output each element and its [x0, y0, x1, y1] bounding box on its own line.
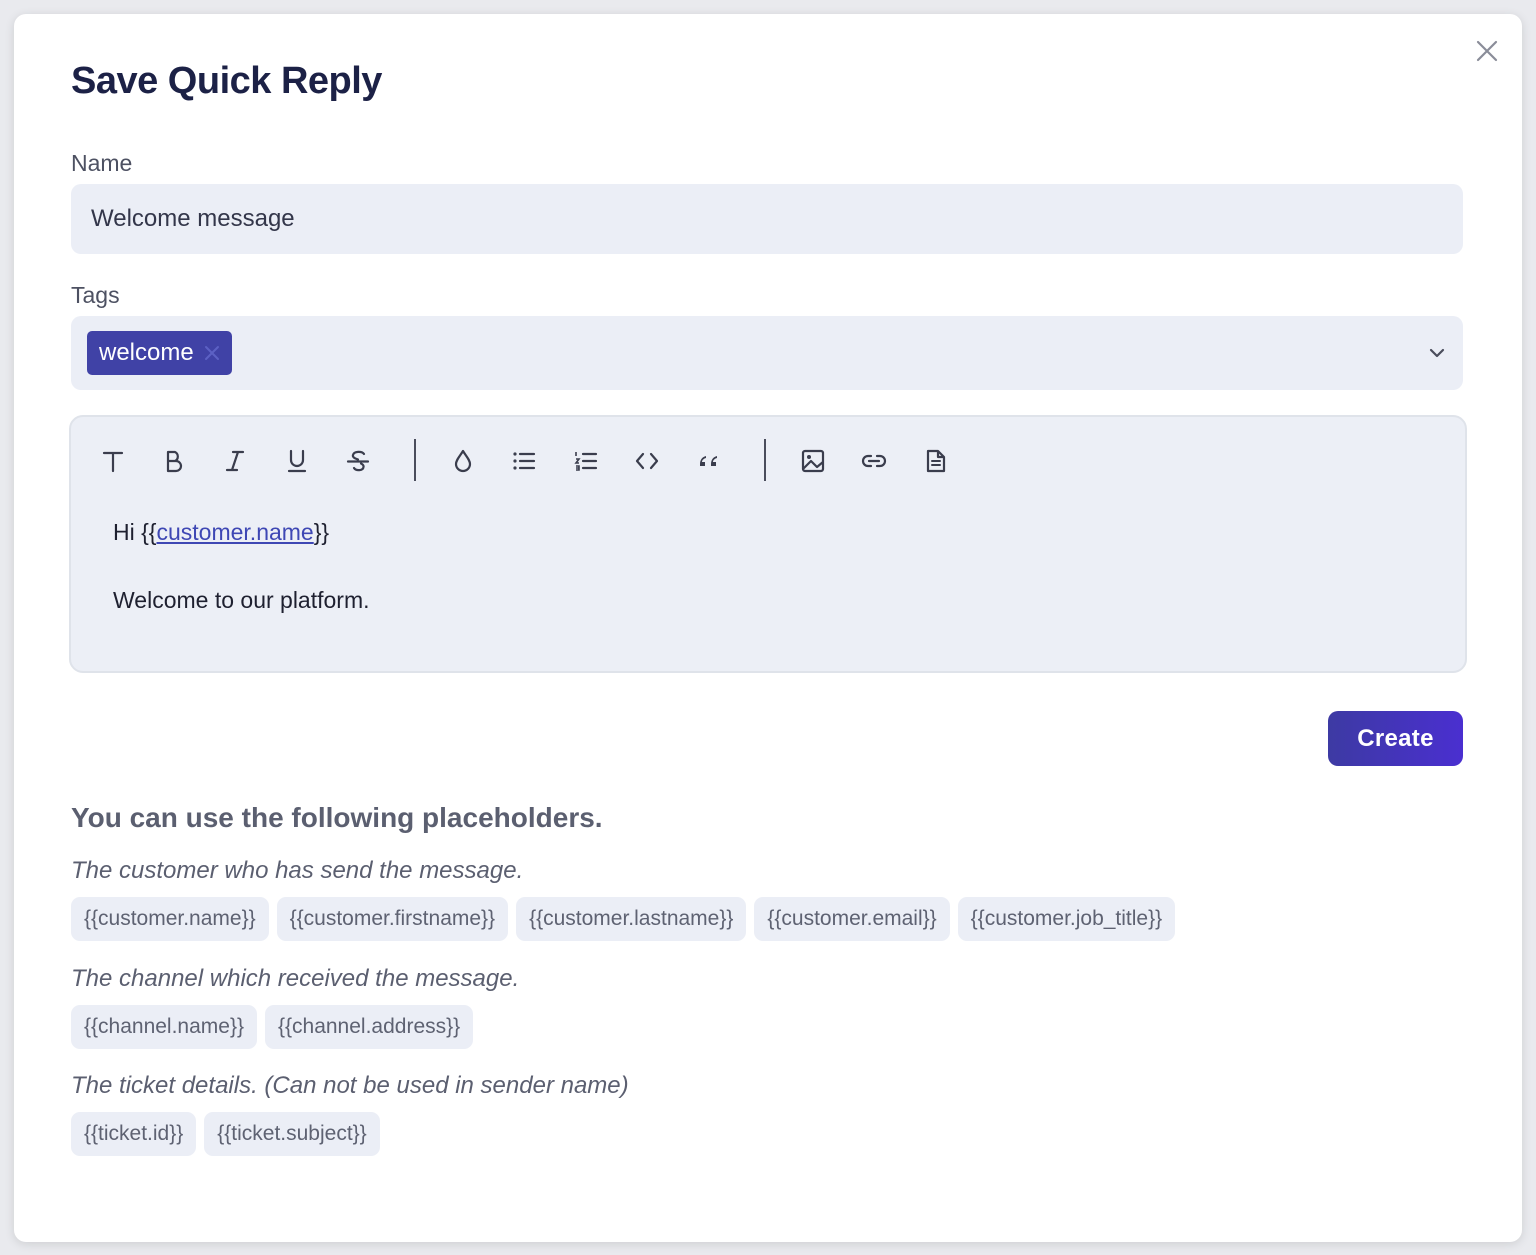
- create-button[interactable]: Create: [1328, 711, 1463, 766]
- editor-toolbar: [71, 417, 1465, 507]
- document-icon[interactable]: [920, 445, 952, 477]
- editor-content[interactable]: Hi {{customer.name}} Welcome to our plat…: [113, 515, 370, 651]
- toolbar-divider: [414, 439, 416, 481]
- placeholder-group-title-channel: The channel which received the message.: [71, 965, 520, 992]
- placeholder-chip[interactable]: {{channel.name}}: [71, 1005, 257, 1049]
- placeholder-chips-customer: {{customer.name}} {{customer.firstname}}…: [71, 897, 1176, 941]
- close-icon[interactable]: [1474, 38, 1500, 64]
- placeholder-chip[interactable]: {{ticket.subject}}: [204, 1112, 380, 1156]
- editor-line-greeting: Hi {{customer.name}}: [113, 519, 330, 545]
- placeholder-chip[interactable]: {{customer.name}}: [71, 897, 269, 941]
- placeholder-link[interactable]: customer.name: [156, 519, 313, 545]
- placeholder-chip[interactable]: {{customer.job_title}}: [957, 897, 1176, 941]
- bullet-list-icon[interactable]: [508, 445, 540, 477]
- placeholder-group-title-ticket: The ticket details. (Can not be used in …: [71, 1072, 629, 1099]
- numbered-list-icon[interactable]: [570, 445, 602, 477]
- tags-label: Tags: [71, 282, 120, 308]
- bold-icon[interactable]: [158, 445, 190, 477]
- underline-icon[interactable]: [281, 445, 313, 477]
- link-icon[interactable]: [858, 445, 890, 477]
- chevron-down-icon[interactable]: [1425, 341, 1449, 365]
- image-icon[interactable]: [797, 445, 829, 477]
- code-icon[interactable]: [631, 445, 663, 477]
- tag-chip-welcome: welcome: [87, 331, 232, 375]
- italic-icon[interactable]: [219, 445, 251, 477]
- save-quick-reply-modal: Save Quick Reply Name Tags welcome: [14, 14, 1522, 1242]
- placeholder-chip[interactable]: {{customer.email}}: [754, 897, 950, 941]
- placeholder-chip[interactable]: {{channel.address}}: [264, 1005, 474, 1049]
- placeholder-group-title-customer: The customer who has send the message.: [71, 857, 524, 884]
- name-label: Name: [71, 150, 133, 176]
- text-style-icon[interactable]: [97, 445, 129, 477]
- toolbar-divider: [764, 439, 766, 481]
- message-editor[interactable]: Hi {{customer.name}} Welcome to our plat…: [69, 415, 1467, 673]
- quote-icon[interactable]: [693, 445, 725, 477]
- placeholder-chip[interactable]: {{customer.lastname}}: [516, 897, 747, 941]
- tag-remove-icon[interactable]: [204, 345, 220, 361]
- placeholder-chips-ticket: {{ticket.id}} {{ticket.subject}}: [71, 1112, 380, 1156]
- placeholder-chip[interactable]: {{ticket.id}}: [71, 1112, 197, 1156]
- placeholders-heading: You can use the following placeholders.: [71, 802, 603, 833]
- placeholder-chip[interactable]: {{customer.firstname}}: [276, 897, 509, 941]
- placeholder-chips-channel: {{channel.name}} {{channel.address}}: [71, 1005, 474, 1049]
- tag-chip-label: welcome: [99, 339, 194, 366]
- strikethrough-icon[interactable]: [342, 445, 374, 477]
- editor-line-body: Welcome to our platform.: [113, 587, 370, 613]
- color-drop-icon[interactable]: [447, 445, 479, 477]
- modal-title: Save Quick Reply: [71, 60, 382, 102]
- name-input[interactable]: [71, 184, 1463, 254]
- tags-select[interactable]: welcome: [71, 316, 1463, 390]
